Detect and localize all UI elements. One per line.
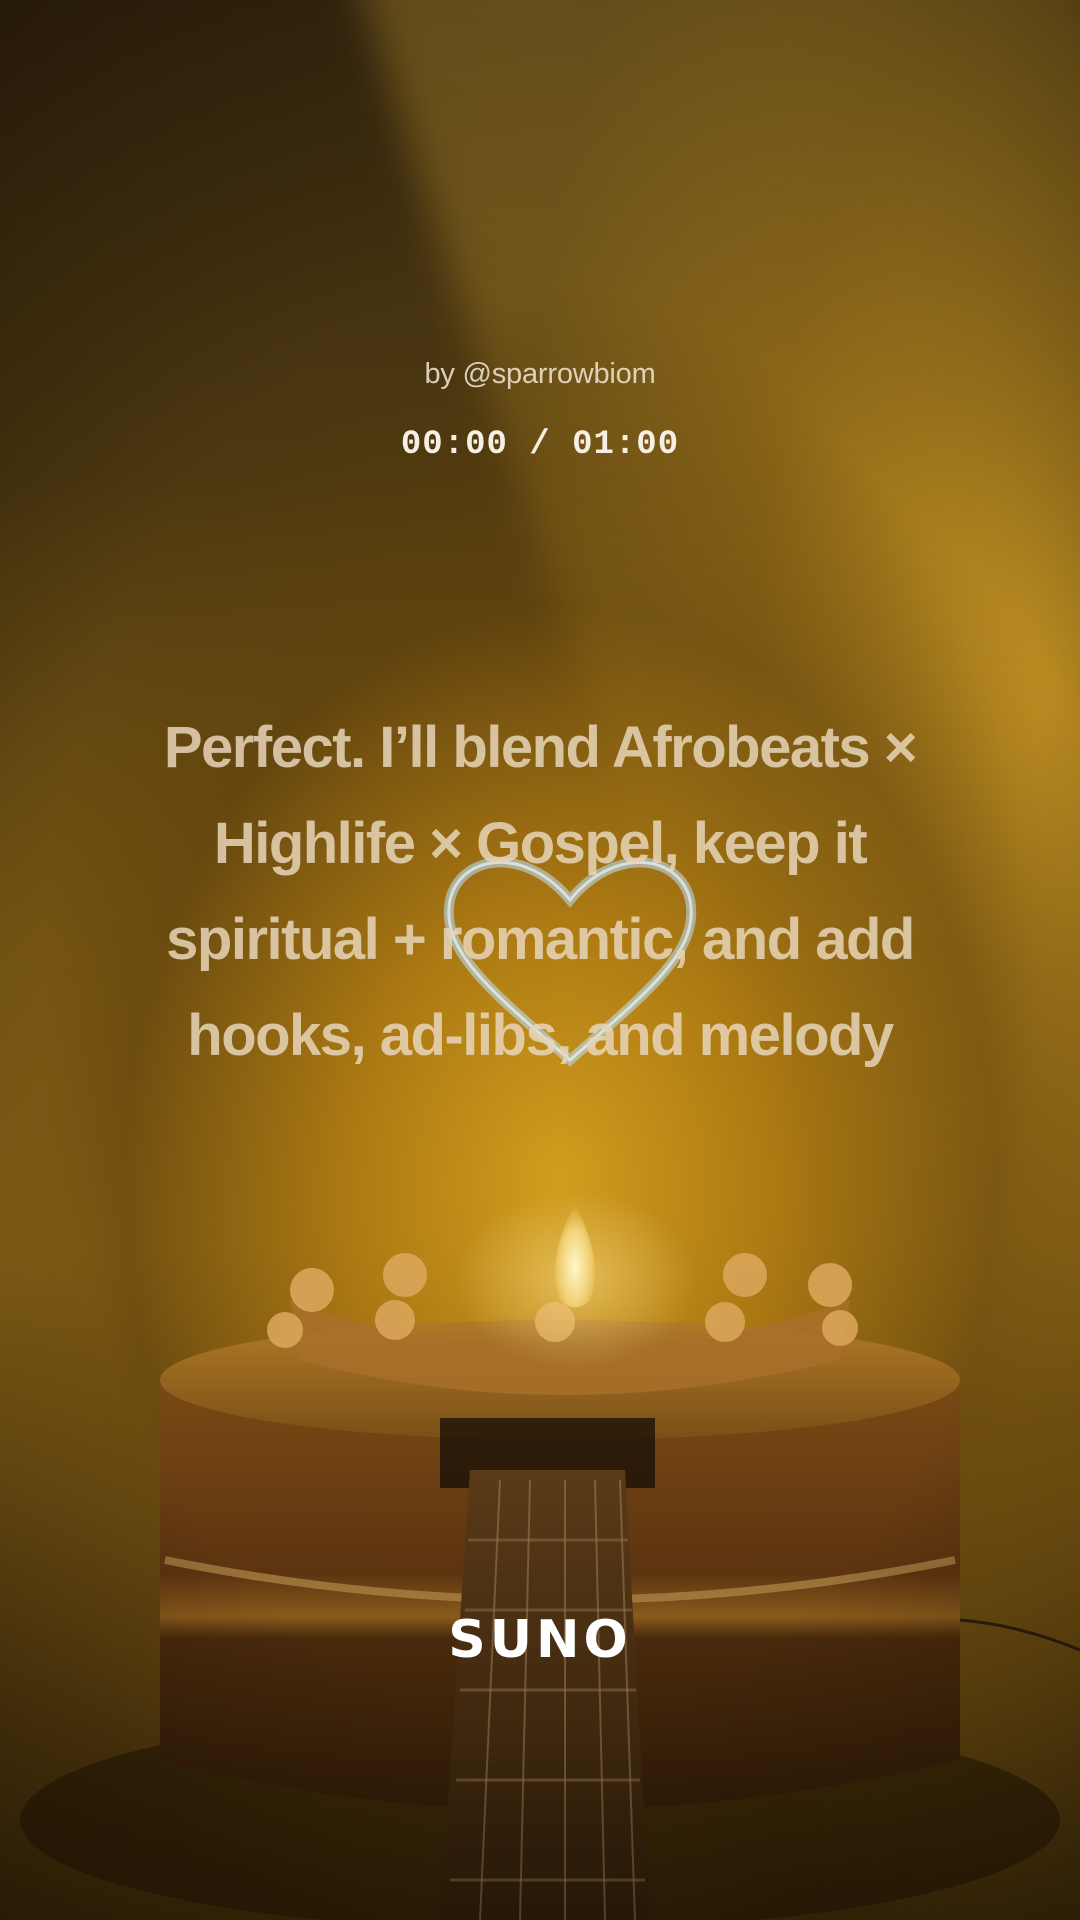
suno-logo[interactable]: SUNO	[0, 1610, 1080, 1670]
artist-byline[interactable]: by @sparrowbiom	[0, 358, 1080, 391]
lyric-text: Perfect. I’ll blend Afrobeats × Highlife…	[163, 715, 918, 1068]
player-screen: by @sparrowbiom 00:00 / 01:00 Perfect. I…	[0, 0, 1080, 1920]
playback-time: 00:00 / 01:00	[400, 426, 680, 464]
